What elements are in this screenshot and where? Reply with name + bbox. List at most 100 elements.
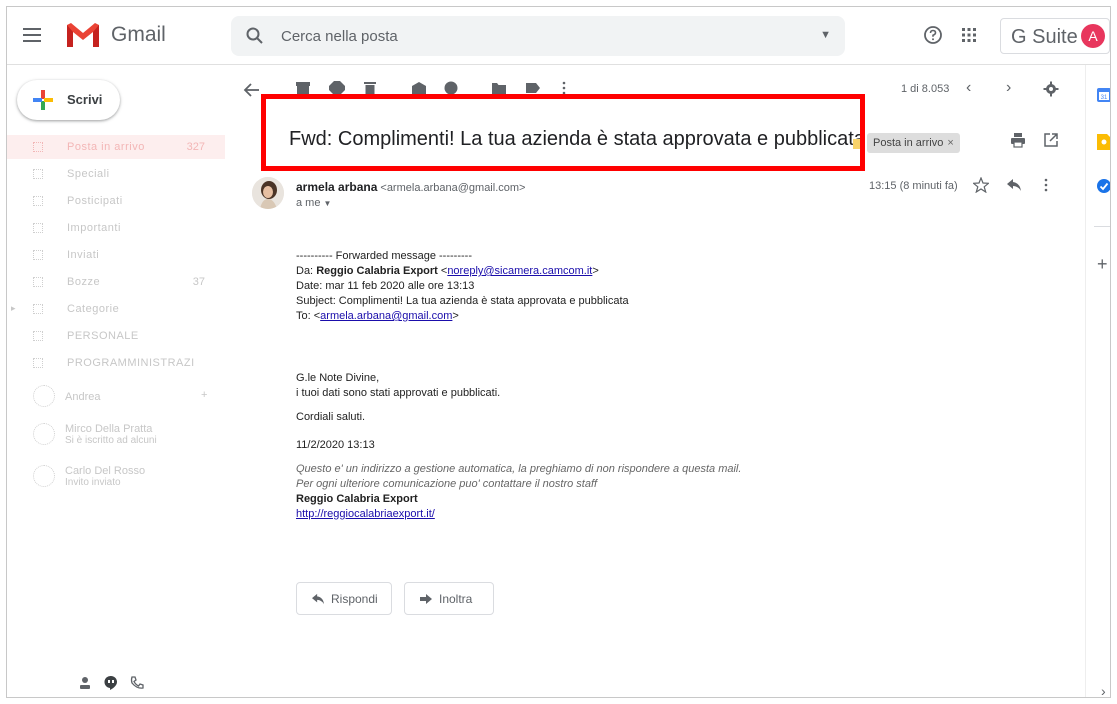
contact-name: Mirco Della Pratta <box>65 423 153 435</box>
forward-button[interactable]: Inoltra <box>404 582 494 615</box>
account-avatar[interactable]: A <box>1081 24 1105 48</box>
body-text: i tuoi dati sono stati approvati e pubbl… <box>296 387 501 399</box>
gmail-wordmark[interactable]: Gmail <box>111 23 166 47</box>
avatar <box>33 385 55 407</box>
calendar-icon[interactable]: 31 <box>1096 87 1111 103</box>
draft-icon <box>33 277 43 287</box>
compose-button[interactable]: Scrivi <box>17 80 120 120</box>
hangouts-icon[interactable] <box>103 675 119 691</box>
gsuite-account-button[interactable]: G Suite A <box>1000 18 1110 54</box>
sidebar-item-snoozed[interactable]: Posticipati <box>7 189 225 213</box>
help-icon[interactable] <box>923 25 943 45</box>
recipient-details[interactable]: a me ▼ <box>296 197 331 209</box>
contact-status: Si è iscritto ad alcuni <box>65 435 157 446</box>
search-input[interactable] <box>281 25 781 47</box>
sender-avatar[interactable] <box>252 177 284 209</box>
from-email-link[interactable]: noreply@sicamera.camcom.it <box>447 265 592 277</box>
star-icon[interactable] <box>973 177 989 193</box>
sidebar-item-label: Categorie <box>67 303 120 315</box>
hangouts-contact[interactable]: Mirco Della Pratta Si è iscritto ad alcu… <box>27 423 217 447</box>
sidebar-item-label: Speciali <box>67 168 110 180</box>
send-icon <box>33 250 43 260</box>
sidebar-item-label-programministrazi[interactable]: PROGRAMMINISTRAZI <box>7 351 225 375</box>
label-icon <box>33 331 43 341</box>
important-icon <box>33 223 43 233</box>
reply-icon <box>312 593 324 605</box>
signature-name: Reggio Calabria Export <box>296 493 418 505</box>
report-spam-icon[interactable] <box>329 81 345 95</box>
mark-unread-icon[interactable] <box>411 81 427 95</box>
contact-name: Carlo Del Rosso <box>65 465 146 477</box>
sidebar-item-label: Posticipati <box>67 195 123 207</box>
inbox-icon <box>33 142 43 152</box>
sidebar-item-drafts[interactable]: Bozze 37 <box>7 270 225 294</box>
sidebar-item-label: Importanti <box>67 222 121 234</box>
sidebar-item-categories[interactable]: ▸ Categorie <box>7 297 225 321</box>
snooze-icon[interactable] <box>444 81 458 95</box>
hangouts-me-name: Andrea <box>65 391 101 403</box>
newer-button[interactable]: ‹ <box>966 79 971 97</box>
main-menu-button[interactable] <box>21 25 43 47</box>
archive-icon[interactable] <box>295 81 311 95</box>
to-email-link[interactable]: armela.arbana@gmail.com <box>320 310 452 322</box>
recipient-label: a me <box>296 197 321 209</box>
gmail-logo-icon <box>67 23 99 47</box>
sidebar-item-label-personale[interactable]: PERSONALE <box>7 324 225 348</box>
details-dropdown-icon[interactable]: ▼ <box>323 199 331 208</box>
tasks-icon[interactable] <box>1096 178 1111 194</box>
hangouts-me[interactable]: Andrea + <box>27 385 217 409</box>
reply-icon[interactable] <box>1006 178 1022 192</box>
inbox-label-chip[interactable]: Posta in arrivo × <box>867 133 960 153</box>
sidebar-nav: Posta in arrivo 327 Speciali Posticipati… <box>7 135 225 378</box>
forward-icon <box>420 594 432 604</box>
delete-icon[interactable] <box>363 81 377 95</box>
greeting-line: G.le Note Divine, <box>296 372 380 384</box>
remove-label-icon[interactable]: × <box>947 137 953 149</box>
compose-plus-icon <box>33 90 53 110</box>
sidebar-item-starred[interactable]: Speciali <box>7 162 225 186</box>
auto-notice-line: Per ogni ulteriore comunicazione puo' co… <box>296 478 598 490</box>
older-button[interactable]: › <box>1006 79 1011 97</box>
move-to-icon[interactable] <box>491 81 507 95</box>
label-icon[interactable] <box>525 81 541 95</box>
open-new-window-icon[interactable] <box>1043 132 1059 148</box>
label-chip-text: Posta in arrivo <box>873 137 944 149</box>
sidebar-item-inbox[interactable]: Posta in arrivo 327 <box>7 135 225 159</box>
back-arrow-icon[interactable] <box>243 82 261 98</box>
add-contact-icon[interactable]: + <box>201 389 207 401</box>
sender-line: armela arbana <armela.arbana@gmail.com> <box>296 180 525 194</box>
label-icon <box>33 358 43 368</box>
auto-notice-line: Questo e' un indirizzo a gestione automa… <box>296 463 742 475</box>
signature-date: 11/2/2020 13:13 <box>296 439 375 451</box>
phone-icon[interactable] <box>129 675 145 691</box>
side-panel-divider <box>1094 226 1110 227</box>
to-prefix: To: <box>296 310 314 322</box>
expand-arrow-icon[interactable]: ▸ <box>11 303 16 314</box>
draft-count: 37 <box>192 276 205 288</box>
sidebar-item-sent[interactable]: Inviati <box>7 243 225 267</box>
more-actions-icon[interactable] <box>1043 177 1049 193</box>
search-bar[interactable]: ▼ <box>231 16 845 56</box>
sidebar-item-important[interactable]: Importanti <box>7 216 225 240</box>
settings-gear-icon[interactable] <box>1043 81 1059 97</box>
reply-button[interactable]: Rispondi <box>296 582 392 615</box>
clock-icon <box>33 196 43 206</box>
hangouts-footer <box>77 675 177 695</box>
message-time: 13:15 (8 minuti fa) <box>869 180 958 192</box>
search-options-icon[interactable]: ▼ <box>820 29 831 41</box>
more-options-icon[interactable] <box>561 81 567 95</box>
avatar <box>33 423 55 445</box>
sidebar-item-label: Bozze <box>67 276 101 288</box>
signature-link[interactable]: http://reggiocalabriaexport.it/ <box>296 508 435 520</box>
person-icon[interactable] <box>77 675 93 691</box>
sender-name[interactable]: armela arbana <box>296 180 377 194</box>
contact-status: Invito inviato <box>65 477 121 488</box>
get-addons-icon[interactable]: + <box>1097 254 1108 275</box>
search-icon[interactable] <box>245 26 265 46</box>
apps-grid-icon[interactable] <box>960 26 978 44</box>
expand-panel-icon[interactable]: › <box>1101 683 1106 697</box>
svg-text:31: 31 <box>1101 95 1108 101</box>
print-icon[interactable] <box>1010 132 1026 148</box>
keep-icon[interactable] <box>1096 133 1111 151</box>
hangouts-contact[interactable]: Carlo Del Rosso Invito inviato <box>27 465 217 489</box>
